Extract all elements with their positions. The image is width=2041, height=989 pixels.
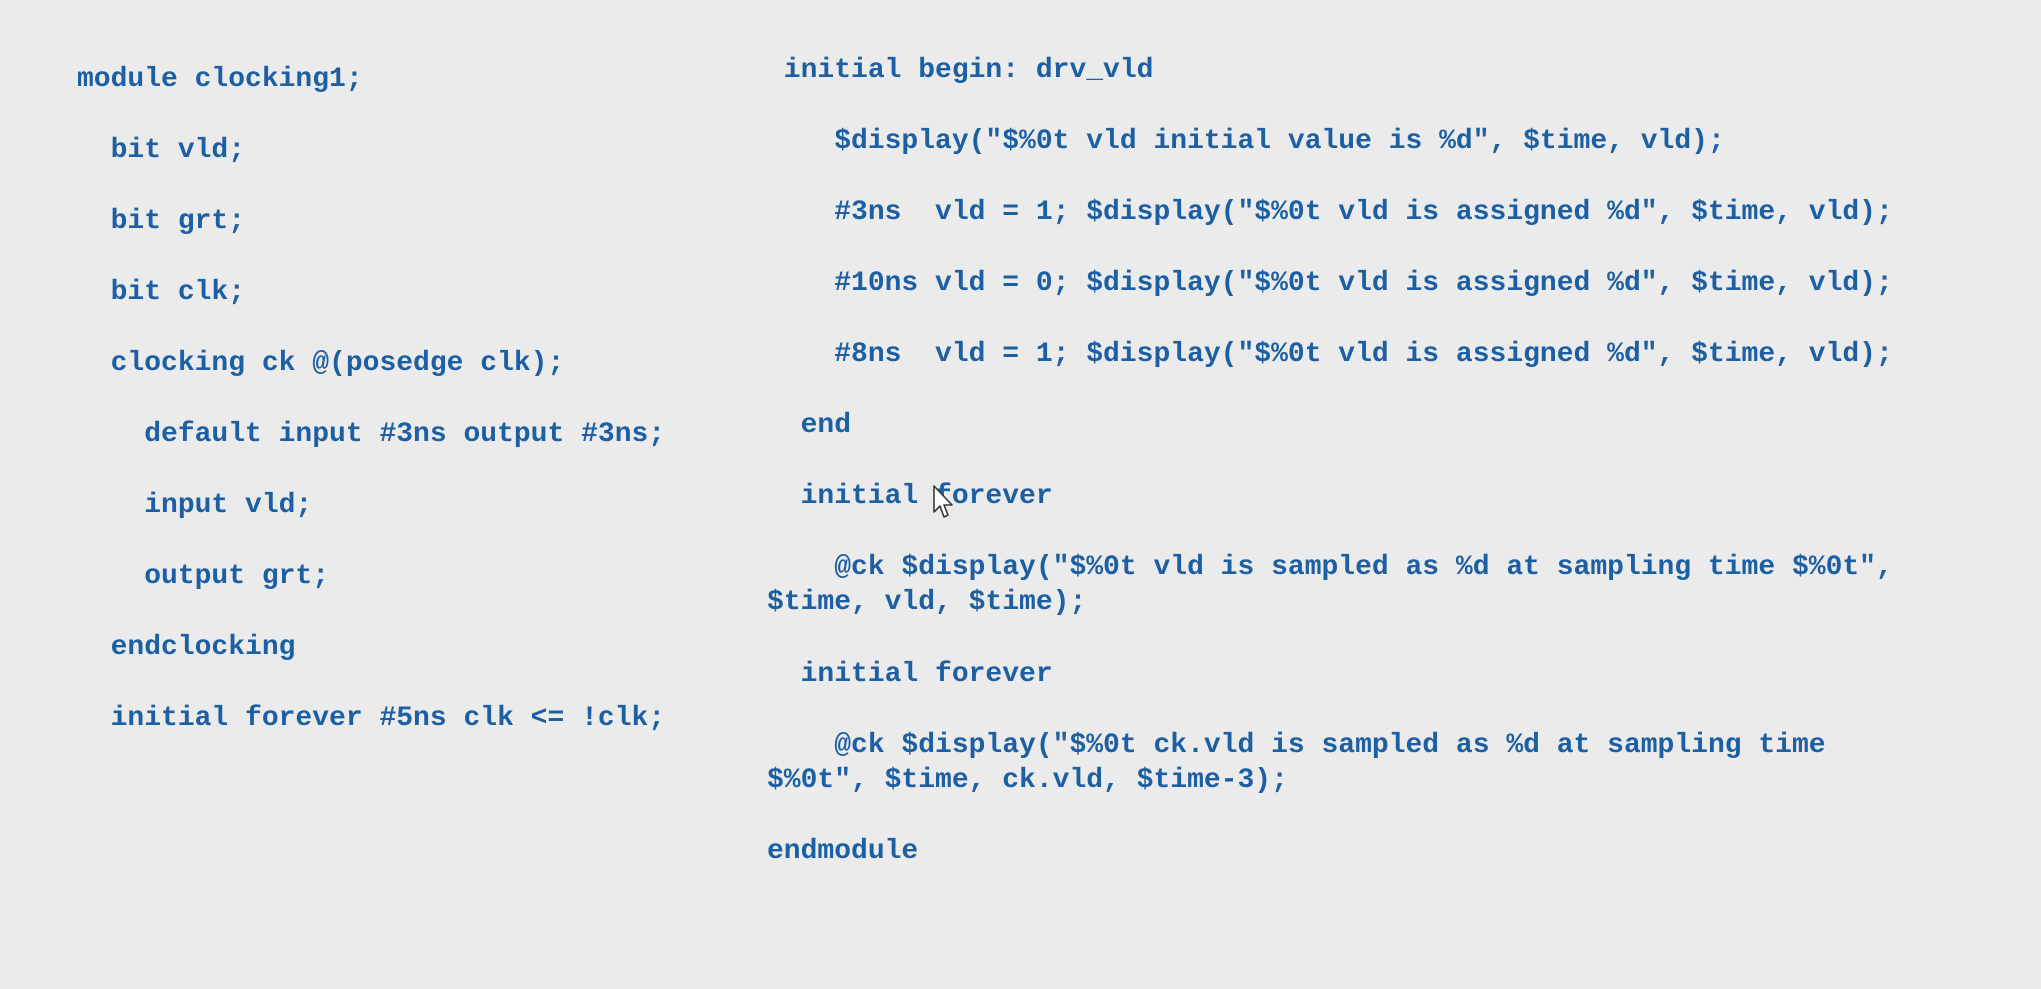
code-line: input vld; xyxy=(77,490,313,521)
code-line: bit clk; xyxy=(77,277,246,308)
code-line: output grt; xyxy=(77,561,330,592)
code-line: $%0t", $time, ck.vld, $time-3); xyxy=(767,765,1288,796)
code-line: initial begin: drv_vld xyxy=(767,55,1154,86)
code-line: endmodule xyxy=(767,836,919,867)
code-line: module clocking1; xyxy=(77,64,363,95)
code-line: @ck $display("$%0t vld is sampled as %d … xyxy=(767,552,1893,583)
code-line: bit vld; xyxy=(77,135,246,166)
code-line: endclocking xyxy=(77,632,296,663)
code-line: @ck $display("$%0t ck.vld is sampled as … xyxy=(767,730,1826,761)
code-line: $display("$%0t vld initial value is %d",… xyxy=(767,126,1725,157)
code-line: bit grt; xyxy=(77,206,246,237)
mouse-cursor-icon xyxy=(933,485,953,518)
code-line: $time, vld, $time); xyxy=(767,587,1087,618)
code-line: initial forever #5ns clk <= !clk; xyxy=(77,703,666,734)
code-line: end xyxy=(767,410,852,441)
code-line: #10ns vld = 0; $display("$%0t vld is ass… xyxy=(767,268,1893,299)
left-code-panel: module clocking1; bit vld; bit grt; bit … xyxy=(0,0,760,989)
code-line: initial forever xyxy=(767,481,1053,512)
code-line: #3ns vld = 1; $display("$%0t vld is assi… xyxy=(767,197,1893,228)
code-line: default input #3ns output #3ns; xyxy=(77,419,666,450)
code-line: initial forever xyxy=(767,659,1053,690)
code-line: clocking ck @(posedge clk); xyxy=(77,348,565,379)
code-line: #8ns vld = 1; $display("$%0t vld is assi… xyxy=(767,339,1893,370)
